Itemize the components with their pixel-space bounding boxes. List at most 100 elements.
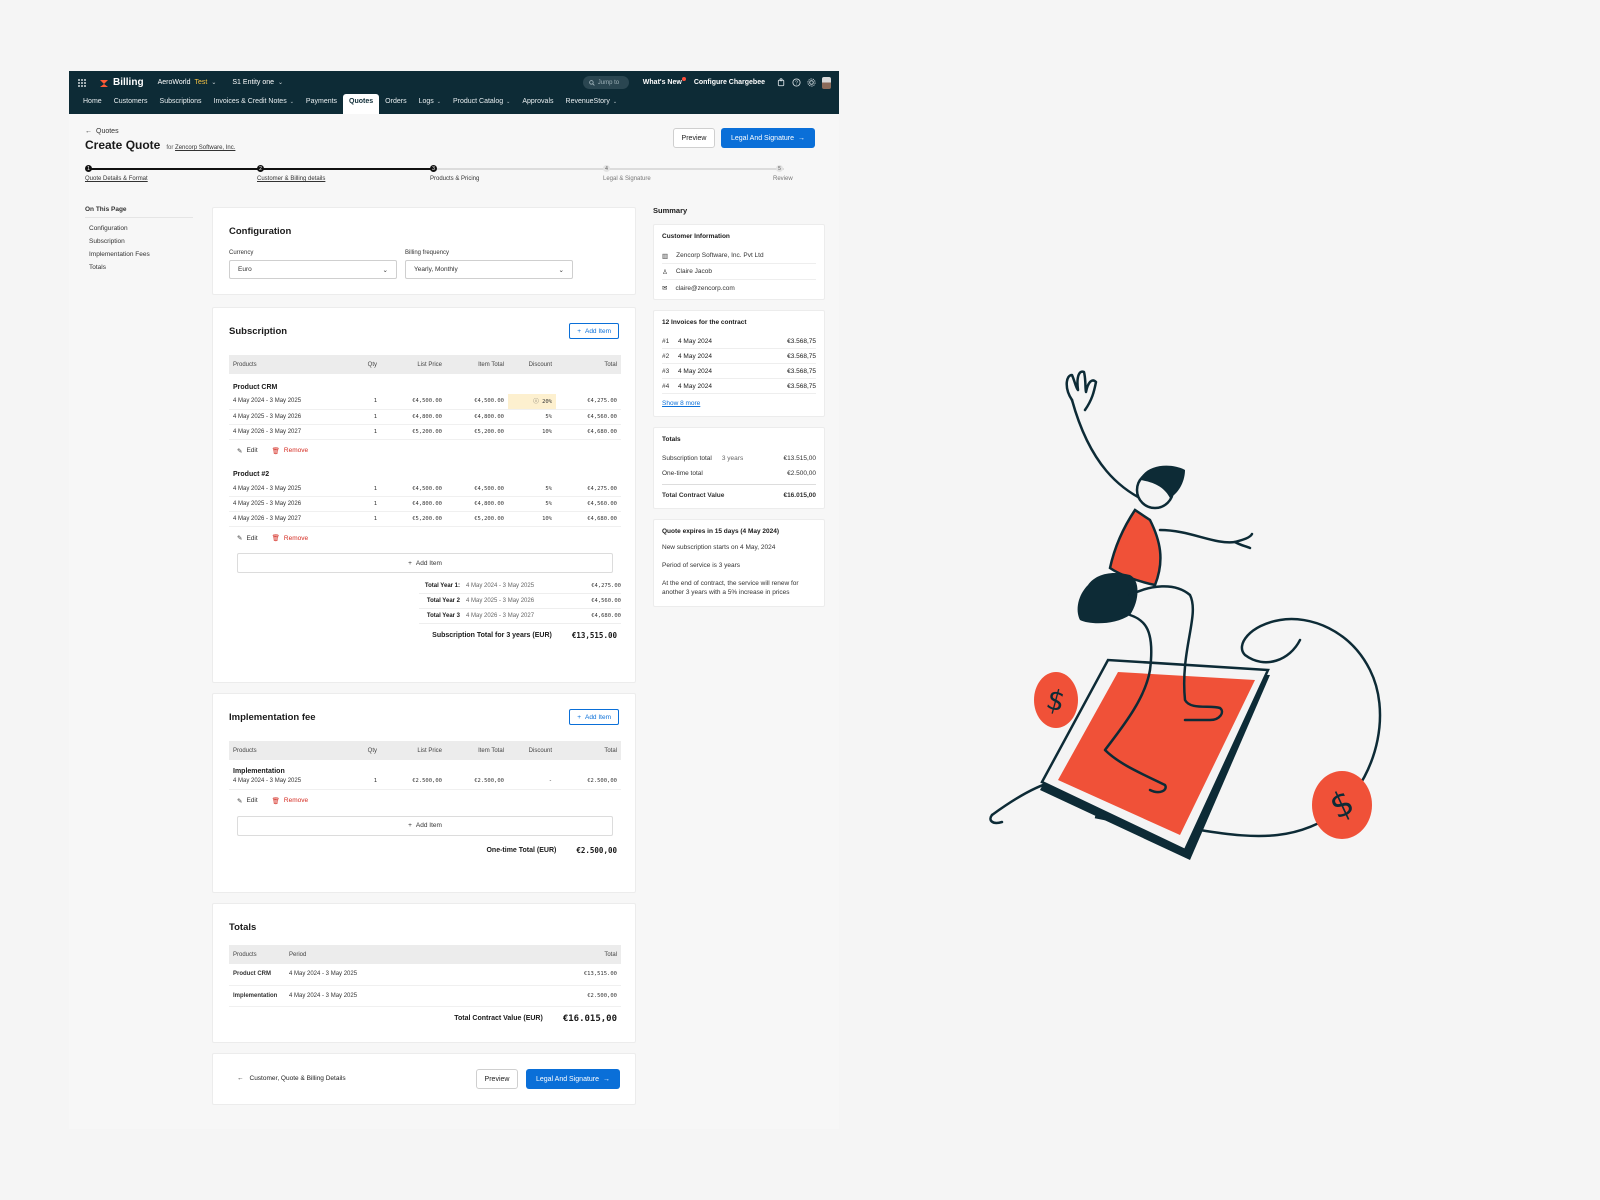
nav-invoices[interactable]: Invoices & Credit Notes ⌄ (208, 94, 300, 114)
col-products: Products (229, 355, 359, 374)
help-icon[interactable]: ? (792, 78, 801, 87)
user-avatar[interactable] (822, 76, 831, 89)
add-item-button[interactable]: + Add Item (569, 709, 619, 725)
billing-frequency-select[interactable]: Yearly, Monthly ⌄ (405, 260, 573, 279)
nav-product-catalog[interactable]: Product Catalog ⌄ (447, 94, 516, 114)
legal-signature-button[interactable]: Legal And Signature → (721, 128, 815, 148)
totals-table: Products Period Total Product CRM 4 May 2… (229, 945, 621, 1031)
nav-label: Home (83, 98, 102, 105)
org-name[interactable]: AeroWorld (158, 79, 191, 86)
nav-customers[interactable]: Customers (108, 94, 154, 114)
nav-home[interactable]: Home (77, 94, 108, 114)
chevron-down-icon: ⌄ (382, 266, 388, 274)
mail-icon: ✉ (662, 285, 668, 292)
edit-button[interactable]: ✎ Edit (237, 797, 258, 805)
step-2[interactable]: 2 Customer & Billing details (257, 165, 325, 182)
subscription-total-label: Subscription total (662, 455, 712, 462)
chevron-down-icon[interactable]: ⌄ (211, 79, 216, 86)
cell-list: €4,800.00 (381, 409, 446, 425)
nav-label: Product Catalog (452, 98, 504, 105)
implementation-title: Implementation fee (229, 712, 316, 723)
remove-button[interactable]: 🗑 Remove (272, 534, 308, 543)
legal-signature-button[interactable]: Legal And Signature → (526, 1069, 620, 1089)
svg-text:?: ? (795, 80, 798, 86)
nav-label: Quotes (349, 98, 374, 105)
step-number: 3 (430, 165, 437, 172)
onpage-link-subscription[interactable]: Subscription (85, 235, 193, 248)
remove-button[interactable]: 🗑 Remove (272, 447, 308, 455)
nav-quotes[interactable]: Quotes (343, 94, 380, 114)
cell-total: €4,680.00 (556, 424, 621, 440)
preview-label: Preview (484, 1075, 510, 1083)
show-more-invoices-link[interactable]: Show 8 more (662, 400, 700, 407)
nav-label: Orders (385, 98, 407, 105)
col-total: Total (485, 945, 621, 964)
next-label: Legal And Signature (535, 1075, 600, 1083)
gear-icon[interactable] (807, 78, 816, 87)
onpage-link-implementation[interactable]: Implementation Fees (85, 248, 193, 261)
edit-button[interactable]: ✎ Edit (237, 447, 258, 455)
chevron-down-icon: ⌄ (506, 98, 511, 105)
nav-orders[interactable]: Orders (379, 94, 412, 114)
chevron-down-icon[interactable]: ⌄ (278, 79, 283, 86)
footer-actions-card: ← Customer, Quote & Billing Details Previ… (212, 1053, 636, 1105)
cell-qty: 1 (359, 481, 381, 497)
cell-qty: 1 (359, 496, 381, 512)
product-actions: ✎ Edit 🗑 Remove (229, 527, 621, 549)
cell-qty: 1 (359, 511, 381, 527)
customer-company-row: ▥ Zencorp Software, Inc. Pvt Ltd (662, 248, 816, 264)
nav-subscriptions[interactable]: Subscriptions (154, 94, 208, 114)
product-actions: ✎ Edit 🗑 Remove (229, 440, 621, 462)
add-item-row-button[interactable]: + Add Item (237, 553, 613, 573)
add-item-button[interactable]: + Add Item (569, 323, 619, 339)
chevron-down-icon: ⌄ (612, 98, 618, 105)
edit-button[interactable]: ✎ Edit (237, 534, 258, 543)
nav-revenuestory[interactable]: RevenueStory ⌄ (560, 94, 624, 114)
table-row: 4 May 2024 - 3 May 2025 1 €4,500.00 €4,500.… (229, 394, 621, 410)
brand[interactable]: Billing (99, 77, 144, 88)
cell-discount-warning[interactable]: ⓘ 20% (508, 394, 556, 410)
customer-link[interactable]: Zencorp Software, Inc. (175, 145, 235, 151)
preview-button[interactable]: Preview (476, 1069, 518, 1089)
nav-label: Customers (113, 98, 148, 105)
subscription-total-value: €13,515.00 (571, 630, 617, 640)
nav-logs[interactable]: Logs ⌄ (413, 94, 447, 114)
configure-chargebee-link[interactable]: Configure Chargebee (694, 79, 765, 86)
add-item-row-button[interactable]: + Add Item (237, 815, 613, 836)
subscription-total-label: Subscription Total for 3 years (EUR) (432, 631, 552, 639)
quote-expiry-card: Quote expires in 15 days (4 May 2024) Ne… (653, 519, 825, 607)
cell-total: €4,560.00 (556, 409, 621, 425)
remove-button[interactable]: 🗑 Remove (272, 797, 308, 805)
step-1[interactable]: 1 Quote Details & Format (85, 165, 148, 182)
one-time-total-value: €2.500,00 (787, 470, 816, 477)
currency-select[interactable]: Euro ⌄ (229, 260, 397, 279)
nav-payments[interactable]: Payments (300, 94, 343, 114)
invoice-row: #3 4 May 2024 €3.568,75 (662, 364, 816, 379)
cell-total: €4,275.00 (556, 481, 621, 497)
jump-to-search[interactable]: Jump to (582, 76, 629, 89)
cell-period: 4 May 2025 - 3 May 2026 (229, 496, 359, 512)
apps-grid-icon[interactable] (77, 78, 87, 88)
cell-list: €4,500.00 (381, 394, 446, 410)
cell-item: €4,500.00 (446, 481, 508, 497)
nav-label: Payments (305, 98, 338, 105)
app-window: Billing AeroWorld Test ⌄ S1 Entity one ⌄… (69, 71, 839, 1129)
totals-card: Totals Products Period Total Product CRM… (212, 903, 636, 1043)
preview-button[interactable]: Preview (673, 128, 715, 148)
cell-total: €4,560.00 (556, 496, 621, 512)
edit-label: Edit (246, 534, 258, 542)
puzzle-icon[interactable] (777, 78, 786, 87)
arrow-right-icon: → (798, 134, 806, 142)
onpage-link-totals[interactable]: Totals (85, 261, 193, 274)
cell-item: €4,800.00 (446, 409, 508, 425)
billing-frequency-label: Billing frequency (405, 250, 450, 256)
invoice-row: #2 4 May 2024 €3.568,75 (662, 349, 816, 364)
table-header: Products Period Total (229, 945, 621, 964)
entity-selector[interactable]: S1 Entity one (232, 79, 274, 86)
onpage-link-configuration[interactable]: Configuration (85, 222, 193, 235)
cell-item: €4,800.00 (446, 496, 508, 512)
whats-new-link[interactable]: What's New (643, 77, 686, 86)
back-step-link[interactable]: ← Customer, Quote & Billing Details (237, 1075, 346, 1082)
nav-approvals[interactable]: Approvals (516, 94, 559, 114)
back-step-label: Customer, Quote & Billing Details (249, 1075, 346, 1082)
